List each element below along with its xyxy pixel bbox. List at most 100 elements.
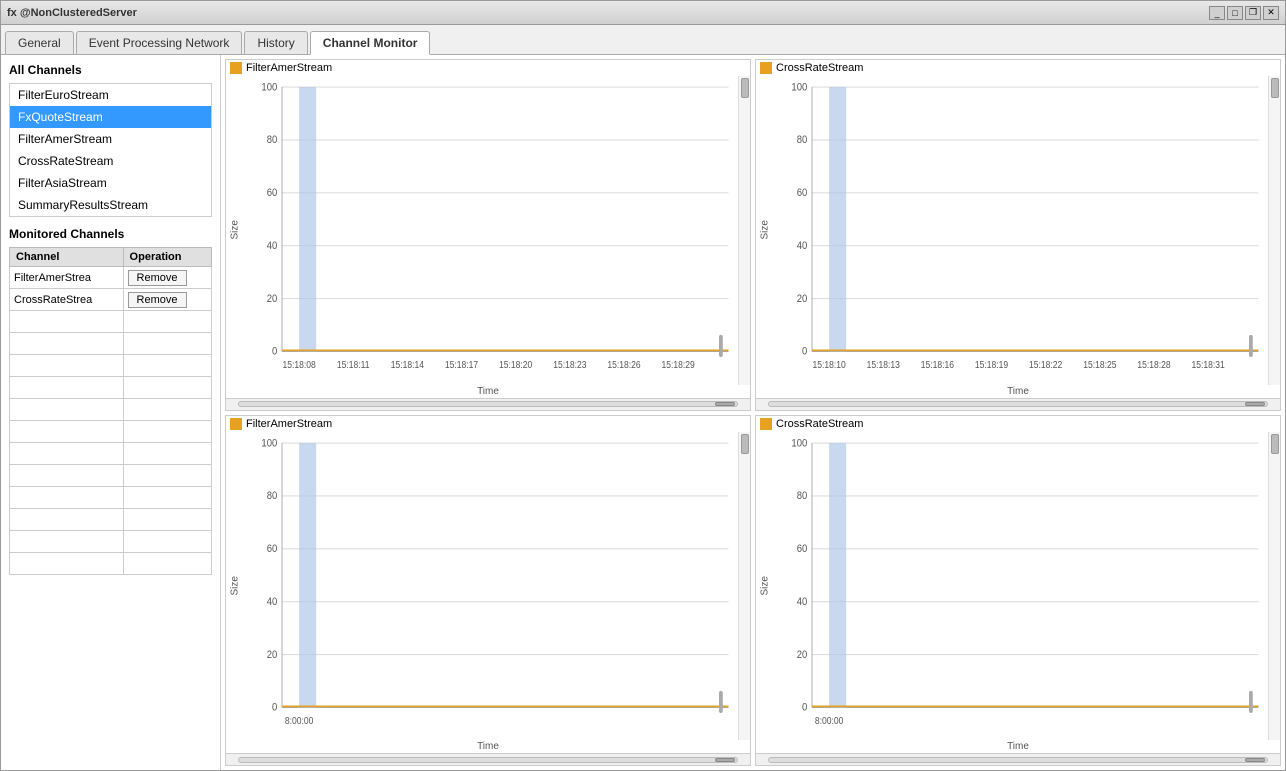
monitored-channels-section: Monitored Channels Channel Operation Fil… bbox=[9, 227, 212, 575]
chart-tr-hscroll[interactable] bbox=[756, 398, 1280, 410]
svg-text:20: 20 bbox=[797, 649, 808, 661]
chart-br-svg: 0 20 40 60 80 100 8:00:00 bbox=[774, 432, 1268, 741]
chart-tl-hscroll[interactable] bbox=[226, 398, 750, 410]
title-bar: fx @NonClusteredServer _ □ ❐ ✕ bbox=[1, 1, 1285, 25]
svg-text:100: 100 bbox=[261, 82, 277, 94]
close-button[interactable]: ✕ bbox=[1263, 6, 1279, 20]
tab-channel-monitor[interactable]: Channel Monitor bbox=[310, 31, 431, 55]
svg-text:80: 80 bbox=[267, 490, 278, 502]
channel-item-filtereuros[interactable]: FilterEuroStream bbox=[10, 84, 211, 106]
svg-text:15:18:23: 15:18:23 bbox=[553, 359, 586, 370]
svg-text:15:18:26: 15:18:26 bbox=[607, 359, 640, 370]
chart-bl-vscroll[interactable] bbox=[738, 432, 750, 741]
channel-item-crossrate[interactable]: CrossRateStream bbox=[10, 150, 211, 172]
svg-text:15:18:28: 15:18:28 bbox=[1137, 359, 1170, 370]
empty-row-5 bbox=[10, 399, 212, 421]
monitored-channels-table: Channel Operation FilterAmerStrea Remove… bbox=[9, 247, 212, 575]
chart-bottom-right: CrossRateStream Size bbox=[755, 415, 1281, 767]
channel-item-fxquote[interactable]: FxQuoteStream bbox=[10, 106, 211, 128]
hscroll-track-br bbox=[768, 757, 1268, 763]
monitored-op-crossrate: Remove bbox=[123, 289, 211, 311]
legend-label-br: CrossRateStream bbox=[776, 418, 863, 430]
monitored-row-crossrate: CrossRateStrea Remove bbox=[10, 289, 212, 311]
monitored-row-filteramer: FilterAmerStrea Remove bbox=[10, 267, 212, 289]
chart-top-right: CrossRateStream Size bbox=[755, 59, 1281, 411]
legend-label-tr: CrossRateStream bbox=[776, 62, 863, 74]
svg-text:20: 20 bbox=[797, 293, 808, 305]
chart-br-inner: 0 20 40 60 80 100 8:00:00 bbox=[774, 432, 1268, 741]
svg-text:15:18:08: 15:18:08 bbox=[282, 359, 315, 370]
left-panel: All Channels FilterEuroStream FxQuoteStr… bbox=[1, 55, 221, 770]
channel-item-summary[interactable]: SummaryResultsStream bbox=[10, 194, 211, 216]
minimize-button[interactable]: _ bbox=[1209, 6, 1225, 20]
chart-tl-legend: FilterAmerStream bbox=[226, 60, 750, 76]
channel-item-filterasia[interactable]: FilterAsiaStream bbox=[10, 172, 211, 194]
svg-text:40: 40 bbox=[267, 240, 278, 252]
svg-text:60: 60 bbox=[267, 543, 278, 555]
chart-tr-vscroll[interactable] bbox=[1268, 76, 1280, 385]
empty-row-2 bbox=[10, 333, 212, 355]
chart-br-legend: CrossRateStream bbox=[756, 416, 1280, 432]
svg-text:40: 40 bbox=[267, 596, 278, 608]
svg-text:100: 100 bbox=[791, 437, 807, 449]
svg-text:0: 0 bbox=[272, 346, 278, 358]
legend-label-tl: FilterAmerStream bbox=[246, 62, 332, 74]
tab-bar: General Event Processing Network History… bbox=[1, 25, 1285, 55]
svg-text:80: 80 bbox=[797, 490, 808, 502]
empty-row-3 bbox=[10, 355, 212, 377]
vscroll-thumb-br bbox=[1271, 434, 1279, 454]
monitored-op-filteramer: Remove bbox=[123, 267, 211, 289]
svg-text:0: 0 bbox=[802, 702, 808, 714]
legend-color-tl bbox=[230, 62, 242, 74]
tab-epn[interactable]: Event Processing Network bbox=[76, 31, 243, 54]
col-channel: Channel bbox=[10, 248, 124, 267]
svg-text:15:18:17: 15:18:17 bbox=[445, 359, 478, 370]
remove-crossrate-button[interactable]: Remove bbox=[128, 292, 187, 308]
chart-br-hscroll[interactable] bbox=[756, 753, 1280, 765]
svg-text:60: 60 bbox=[797, 543, 808, 555]
svg-text:40: 40 bbox=[797, 240, 808, 252]
svg-text:100: 100 bbox=[261, 437, 277, 449]
svg-text:15:18:13: 15:18:13 bbox=[867, 359, 900, 370]
hscroll-thumb-tl bbox=[715, 402, 735, 406]
svg-text:15:18:22: 15:18:22 bbox=[1029, 359, 1062, 370]
svg-text:15:18:11: 15:18:11 bbox=[337, 359, 370, 370]
svg-text:20: 20 bbox=[267, 293, 278, 305]
svg-text:8:00:00: 8:00:00 bbox=[815, 715, 844, 726]
channel-item-filteramer[interactable]: FilterAmerStream bbox=[10, 128, 211, 150]
restore-button[interactable]: ❐ bbox=[1245, 6, 1261, 20]
all-channels-title: All Channels bbox=[9, 63, 212, 77]
vscroll-thumb-tr bbox=[1271, 78, 1279, 98]
maximize-button[interactable]: □ bbox=[1227, 6, 1243, 20]
tab-general[interactable]: General bbox=[5, 31, 74, 54]
chart-bl-xlabel: Time bbox=[226, 740, 750, 753]
main-content: All Channels FilterEuroStream FxQuoteStr… bbox=[1, 55, 1285, 770]
chart-bl-svg: 0 20 40 60 80 100 8:00:00 bbox=[244, 432, 738, 741]
remove-filteramer-button[interactable]: Remove bbox=[128, 270, 187, 286]
chart-tl-container: Size bbox=[226, 76, 750, 385]
empty-row-1 bbox=[10, 311, 212, 333]
empty-row-6 bbox=[10, 421, 212, 443]
empty-row-4 bbox=[10, 377, 212, 399]
svg-text:100: 100 bbox=[791, 82, 807, 94]
empty-row-9 bbox=[10, 487, 212, 509]
chart-tr-yaxis: Size bbox=[756, 76, 774, 385]
col-operation: Operation bbox=[123, 248, 211, 267]
chart-tl-xlabel: Time bbox=[226, 385, 750, 398]
hscroll-thumb-br bbox=[1245, 758, 1265, 762]
charts-area: FilterAmerStream Size bbox=[221, 55, 1285, 770]
svg-text:0: 0 bbox=[272, 702, 278, 714]
svg-text:15:18:31: 15:18:31 bbox=[1192, 359, 1225, 370]
chart-bl-container: Size 0 20 40 bbox=[226, 432, 750, 741]
chart-tl-vscroll[interactable] bbox=[738, 76, 750, 385]
tab-history[interactable]: History bbox=[244, 31, 307, 54]
chart-bl-hscroll[interactable] bbox=[226, 753, 750, 765]
hscroll-track-tl bbox=[238, 401, 738, 407]
chart-tr-legend: CrossRateStream bbox=[756, 60, 1280, 76]
svg-text:15:18:14: 15:18:14 bbox=[391, 359, 424, 370]
svg-text:15:18:20: 15:18:20 bbox=[499, 359, 532, 370]
svg-text:20: 20 bbox=[267, 649, 278, 661]
chart-br-vscroll[interactable] bbox=[1268, 432, 1280, 741]
chart-br-container: Size 0 20 40 bbox=[756, 432, 1280, 741]
main-window: fx @NonClusteredServer _ □ ❐ ✕ General E… bbox=[0, 0, 1286, 771]
